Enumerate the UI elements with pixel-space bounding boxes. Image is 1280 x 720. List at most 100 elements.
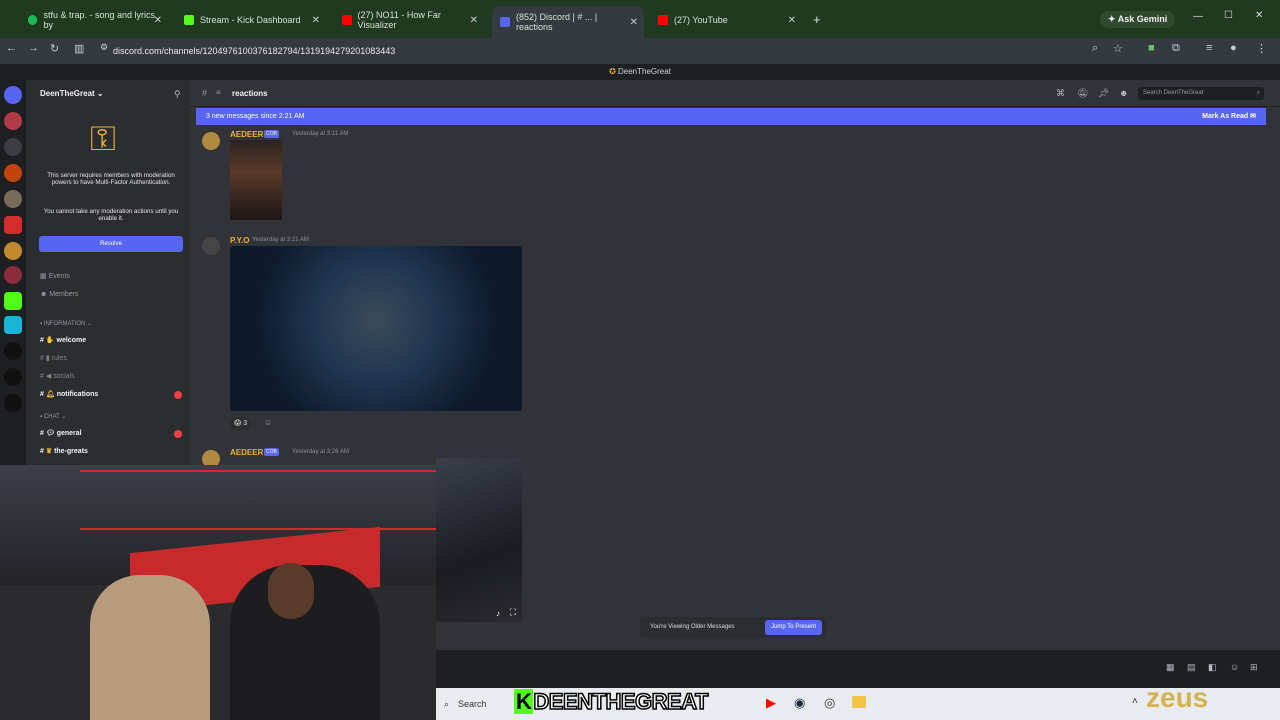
message-video[interactable]: ⛶ ♪ (436, 458, 522, 622)
server-icon[interactable] (4, 86, 22, 104)
channel-socials[interactable]: # ◀ socials (40, 372, 75, 380)
server-icon[interactable] (4, 266, 22, 284)
forward-icon[interactable]: → (28, 42, 39, 54)
server-icon[interactable] (4, 292, 22, 310)
tab-youtube-no11[interactable]: (27) NO11 - How Far Visualizer ✕ (334, 8, 484, 32)
folder-icon[interactable] (852, 696, 866, 708)
new-messages-banner[interactable]: 3 new messages since 2:21 AM Mark As Rea… (196, 108, 1266, 125)
older-messages-bar: You're Viewing Older Messages Jump To Pr… (640, 617, 826, 638)
tab-spotify[interactable]: stfu & trap. - song and lyrics by ✕ (20, 8, 168, 32)
channel-notifications[interactable]: # 🔔︎ notifications (40, 390, 98, 398)
member-list-icon[interactable]: ☻ (1119, 88, 1128, 98)
pin-icon[interactable]: 📌︎ (1098, 88, 1109, 99)
tab-kick[interactable]: Stream - Kick Dashboard ✕ (176, 8, 326, 32)
threads-button-icon[interactable]: ⌘ (1056, 88, 1065, 99)
maximize-icon[interactable]: ☐ (1224, 10, 1233, 21)
media-icon[interactable]: ≡ (1206, 42, 1212, 54)
server-name-label: DeenTheGreat (40, 89, 95, 98)
obs-icon[interactable]: ◎ (824, 695, 835, 711)
kick-logo-icon: K (514, 689, 534, 714)
steam-icon[interactable]: ◉ (794, 695, 805, 711)
reaction-count: 3 (243, 420, 248, 427)
zoom-icon[interactable]: ⌕ (1092, 42, 1098, 55)
mark-as-read-button[interactable]: Mark As Read ✉ (1202, 108, 1256, 125)
avatar[interactable] (202, 132, 220, 150)
username[interactable]: AEDEER (230, 130, 263, 139)
category-label: INFORMATION (43, 321, 86, 327)
jump-to-present-button[interactable]: Jump To Present (765, 620, 822, 635)
channel-welcome[interactable]: # ✋ welcome (40, 336, 86, 344)
gemini-label: Ask Gemini (1117, 14, 1168, 24)
youtube-taskbar-icon[interactable]: ▶ (766, 695, 776, 711)
volume-icon[interactable]: ♪ (496, 609, 500, 618)
reload-icon[interactable]: ↻ (50, 42, 59, 55)
discord-title-bar: ✪ DeenTheGreat (0, 64, 1280, 80)
server-icon[interactable] (4, 164, 22, 182)
ask-gemini-button[interactable]: ✦ Ask Gemini (1100, 11, 1176, 28)
server-icon[interactable] (4, 316, 22, 334)
sidebar-icon[interactable]: ▥ (74, 42, 84, 55)
gift-icon[interactable]: ▦ (1166, 662, 1175, 673)
close-icon[interactable]: ✕ (470, 15, 478, 26)
resolve-button[interactable]: Resolve (39, 236, 183, 252)
hash-icon: # (202, 88, 208, 98)
close-icon[interactable]: ✕ (788, 15, 796, 26)
fullscreen-icon[interactable]: ⛶ (510, 607, 516, 618)
menu-icon[interactable]: ⋮ (1256, 42, 1267, 55)
notification-settings-icon[interactable]: 🔕︎ (1077, 88, 1088, 99)
unread-badge (174, 430, 182, 438)
message-image[interactable] (230, 246, 522, 411)
profile-icon[interactable]: ● (1230, 42, 1237, 54)
close-icon[interactable]: ✕ (630, 17, 638, 28)
bookmark-star-icon[interactable]: ☆ (1113, 42, 1123, 55)
username[interactable]: P.Y.O (230, 236, 249, 245)
apps-icon[interactable]: ⊞ (1250, 662, 1258, 673)
threads-icon[interactable]: ≡ (216, 88, 221, 97)
role-tag: COB (264, 130, 279, 138)
emoji-icon[interactable]: ☺ (1230, 662, 1239, 672)
add-friend-icon[interactable]: ⚲ (174, 89, 181, 100)
gif-icon[interactable]: ▤ (1187, 662, 1196, 673)
download-icon[interactable] (4, 394, 22, 412)
channel-general[interactable]: # 💬︎ general (40, 429, 82, 437)
username[interactable]: AEDEER (230, 448, 263, 457)
server-icon[interactable] (4, 216, 22, 234)
taskbar-search[interactable]: ⌕ Search (440, 694, 510, 714)
message-image[interactable] (230, 140, 282, 220)
bell-icon: 🔔︎ (45, 391, 55, 398)
close-icon[interactable]: ✕ (312, 15, 320, 26)
nav-events[interactable]: ▦ Events (40, 272, 70, 280)
add-reaction-icon[interactable]: ☺ (264, 418, 272, 427)
minimize-icon[interactable]: — (1193, 11, 1203, 22)
channel-the-greats[interactable]: # ♛ the-greats (40, 447, 88, 455)
tray-chevron-icon[interactable]: ˄ (1132, 696, 1138, 707)
back-icon[interactable]: ← (6, 42, 17, 54)
server-icon[interactable] (4, 138, 22, 156)
nav-members[interactable]: ☻ Members (40, 291, 79, 298)
tab-youtube[interactable]: (27) YouTube ✕ (650, 8, 802, 32)
server-icon[interactable] (4, 342, 22, 360)
close-icon[interactable]: ✕ (154, 15, 162, 26)
server-icon-small: ✪ (609, 67, 618, 76)
server-icon[interactable] (4, 112, 22, 130)
extension-icon[interactable]: ■ (1148, 42, 1155, 54)
category-information[interactable]: ▪ INFORMATION ⌄ (40, 320, 92, 327)
discover-icon[interactable] (4, 368, 22, 386)
category-chat[interactable]: ▪ CHAT ⌄ (40, 413, 66, 420)
reaction-button[interactable]: 😱︎ 3 (230, 417, 252, 430)
server-icon[interactable] (4, 190, 22, 208)
site-info-icon[interactable]: ⚙ (100, 42, 108, 53)
channel-label: socials (53, 373, 75, 380)
avatar[interactable] (202, 237, 220, 255)
sticker-icon[interactable]: ◧ (1208, 662, 1217, 673)
server-icon[interactable] (4, 242, 22, 260)
window-close-icon[interactable]: ✕ (1255, 10, 1263, 21)
new-tab-icon[interactable]: + (813, 12, 821, 27)
url-field[interactable]: discord.com/channels/1204976100376182794… (113, 42, 1073, 60)
server-name[interactable]: DeenTheGreat ⌄ (40, 89, 104, 98)
search-input[interactable]: Search DeenTheGreat ⌕ (1138, 87, 1264, 100)
extensions-icon[interactable]: ⧉ (1172, 42, 1180, 55)
tab-title: stfu & trap. - song and lyrics by (43, 10, 155, 30)
channel-rules[interactable]: # ▮ rules (40, 354, 67, 362)
tab-discord[interactable]: (852) Discord | # ... | reactions ✕ (492, 6, 644, 38)
